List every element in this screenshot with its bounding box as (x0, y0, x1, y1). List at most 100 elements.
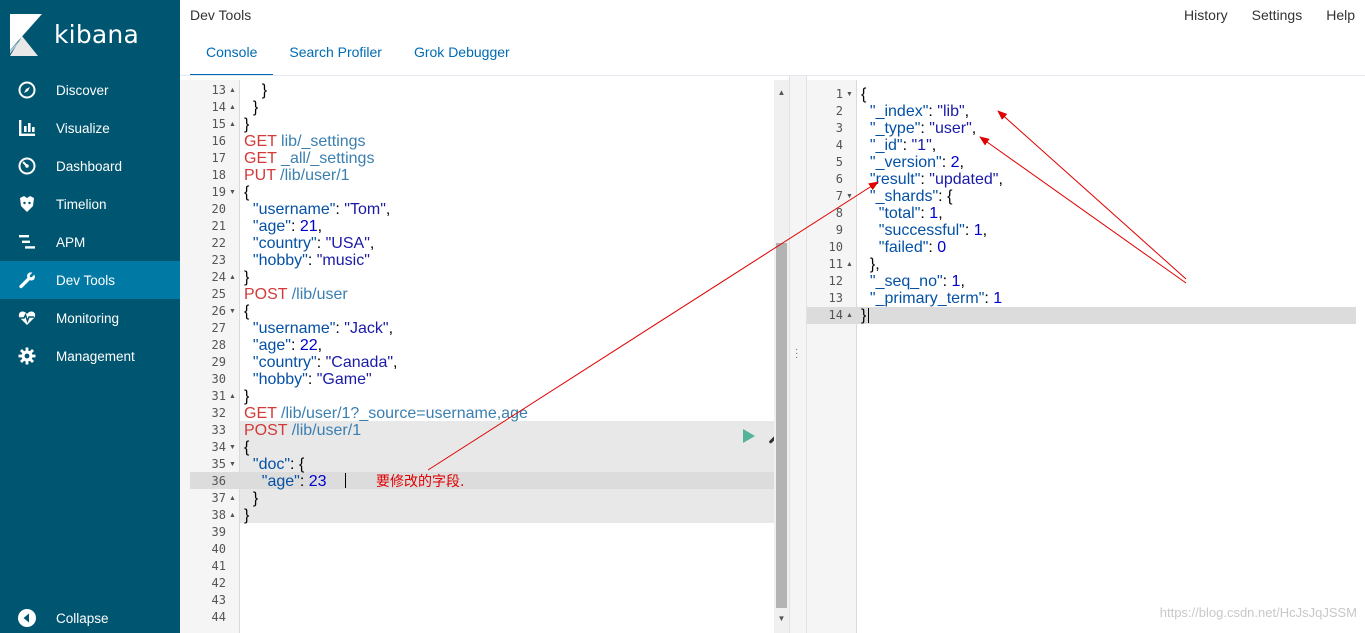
watermark: https://blog.csdn.net/HcJsJqJSSM (1159, 605, 1357, 620)
line-number: 18 (211, 168, 226, 182)
request-gutter-border (239, 80, 240, 633)
scroll-down-arrow[interactable]: ▼ (776, 614, 787, 624)
sidebar-item-apm[interactable]: APM (0, 223, 180, 261)
fold-toggle-icon[interactable]: ▲ (229, 99, 236, 116)
sidebar: kibana Discover Visualize Dashboard Timelio… (0, 0, 180, 633)
fold-toggle-icon[interactable]: ▼ (229, 303, 236, 320)
sidebar-item-monitoring[interactable]: Monitoring (0, 299, 180, 337)
fold-toggle-icon[interactable]: ▼ (846, 188, 853, 205)
tab-console[interactable]: Console (190, 36, 274, 76)
sidebar-item-label: Dashboard (56, 158, 123, 174)
settings-link[interactable]: Settings (1252, 7, 1303, 23)
scroll-up-arrow[interactable]: ▲ (776, 88, 787, 98)
fold-toggle-icon[interactable]: ▼ (846, 86, 853, 103)
fold-toggle-icon[interactable]: ▼ (229, 184, 236, 201)
help-link[interactable]: Help (1326, 7, 1355, 23)
fold-toggle-icon[interactable]: ▼ (229, 439, 236, 456)
line-number: 26 (211, 304, 226, 318)
code-line: "country": "Canada", (252, 354, 398, 371)
request-url: lib/_settings (276, 133, 366, 150)
timelion-icon (17, 194, 37, 214)
bar-chart-icon (17, 118, 37, 138)
sidebar-item-discover[interactable]: Discover (0, 71, 180, 109)
apm-icon (17, 232, 37, 252)
heartbeat-icon (17, 308, 37, 328)
http-method: PUT (244, 167, 276, 184)
line-number: 22 (211, 236, 226, 250)
logo-text: kibana (54, 20, 139, 49)
line-number: 19 (211, 185, 226, 199)
code-line: "username": "Tom", (252, 201, 391, 218)
collapse-icon (17, 608, 37, 628)
line-number: 28 (211, 338, 226, 352)
code-line: "age": 23 (261, 473, 327, 490)
code-line: } (244, 99, 259, 116)
line-number: 35 (211, 457, 226, 471)
line-number: 34 (211, 440, 226, 454)
line-number: 27 (211, 321, 226, 335)
line-number: 42 (211, 576, 226, 590)
request-cursor (345, 473, 346, 488)
fold-toggle-icon[interactable]: ▼ (229, 456, 236, 473)
fold-toggle-icon[interactable]: ▲ (229, 82, 236, 99)
code-line: "_type": "user", (869, 120, 977, 137)
code-line: "_primary_term": 1 (869, 290, 1003, 307)
code-line: "age": 21, (252, 218, 323, 235)
code-line: } (244, 269, 250, 286)
sidebar-item-management[interactable]: Management (0, 337, 180, 375)
line-number: 13 (211, 83, 226, 97)
sidebar-item-timelion[interactable]: Timelion (0, 185, 180, 223)
line-number: 12 (828, 274, 843, 288)
line-number: 2 (835, 104, 843, 118)
line-number: 8 (835, 206, 843, 220)
request-scrollbar-thumb[interactable] (776, 243, 787, 608)
code-line: { (244, 184, 250, 201)
top-links: History Settings Help (1160, 7, 1355, 23)
fold-toggle-icon[interactable]: ▲ (229, 490, 236, 507)
code-line: { (861, 86, 867, 103)
code-line: } (244, 388, 250, 405)
play-icon (743, 429, 755, 443)
fold-toggle-icon[interactable]: ▲ (846, 256, 853, 273)
code-line: } (244, 116, 250, 133)
line-number: 41 (211, 559, 226, 573)
sidebar-item-label: Management (56, 348, 135, 364)
send-request-button[interactable] (742, 428, 758, 444)
line-number: 14 (828, 308, 843, 322)
code-line: GET /lib/user/1?_source=username,age (244, 405, 528, 422)
http-method: POST (244, 286, 288, 303)
fold-toggle-icon[interactable]: ▲ (229, 507, 236, 524)
line-number: 44 (211, 610, 226, 624)
http-method: GET (244, 405, 277, 422)
fold-toggle-icon[interactable]: ▲ (846, 307, 853, 324)
http-method: GET (244, 133, 277, 150)
code-line: GET lib/_settings (244, 133, 366, 150)
line-number: 40 (211, 542, 226, 556)
response-current-line (807, 307, 1356, 324)
fold-toggle-icon[interactable]: ▲ (229, 388, 236, 405)
code-line: "_index": "lib", (869, 103, 970, 120)
code-line: GET _all/_settings (244, 150, 374, 167)
kibana-logo[interactable]: kibana (10, 14, 170, 56)
response-gutter-border (856, 80, 857, 633)
sidebar-item-label: Visualize (56, 120, 110, 136)
request-url: /lib/user (287, 286, 348, 303)
sidebar-item-visualize[interactable]: Visualize (0, 109, 180, 147)
fold-toggle-icon[interactable]: ▲ (229, 116, 236, 133)
fold-toggle-icon[interactable]: ▲ (229, 269, 236, 286)
line-number: 20 (211, 202, 226, 216)
http-method: POST (244, 422, 288, 439)
line-number: 39 (211, 525, 226, 539)
sidebar-item-dev-tools[interactable]: Dev Tools (0, 261, 180, 299)
sidebar-item-dashboard[interactable]: Dashboard (0, 147, 180, 185)
line-number: 23 (211, 253, 226, 267)
line-number: 30 (211, 372, 226, 386)
line-number: 13 (828, 291, 843, 305)
code-line: "_id": "1", (869, 137, 937, 154)
tab-search-profiler[interactable]: Search Profiler (273, 36, 398, 75)
history-link[interactable]: History (1184, 7, 1228, 23)
tab-grok-debugger[interactable]: Grok Debugger (398, 36, 526, 75)
collapse-button[interactable]: Collapse (0, 599, 180, 633)
request-url: _all/_settings (276, 150, 375, 167)
code-line: "_shards": { (869, 188, 953, 205)
